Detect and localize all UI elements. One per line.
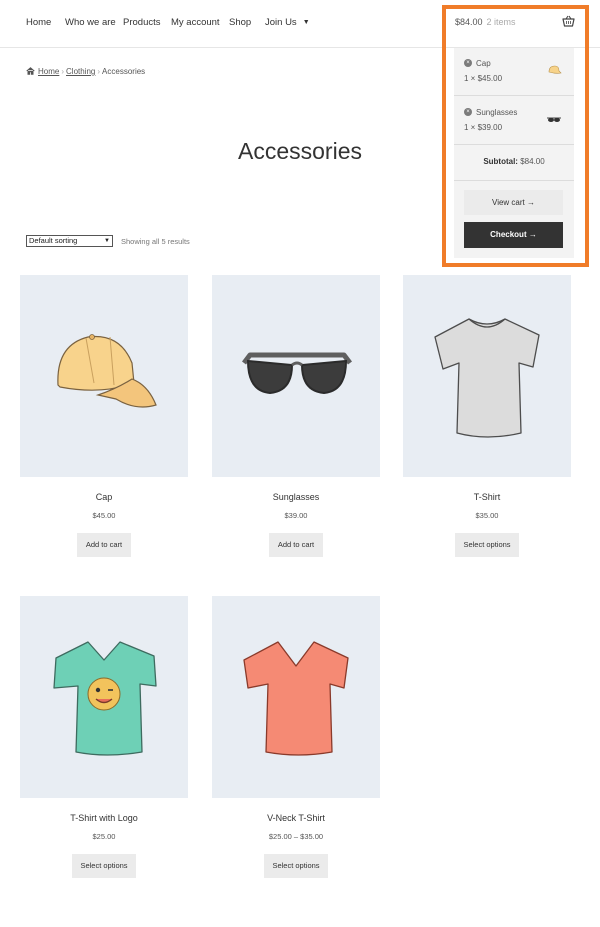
product-card: T-Shirt with Logo $25.00 Select options: [20, 596, 188, 896]
mini-cart-item-name[interactable]: Sunglasses: [476, 108, 517, 117]
add-to-cart-button[interactable]: Add to cart: [77, 533, 131, 557]
remove-circle-icon[interactable]: ×: [464, 108, 472, 116]
page-title: Accessories: [238, 138, 362, 164]
cart-item-count: 2 items: [486, 17, 516, 27]
product-price: $39.00: [284, 511, 308, 520]
add-to-cart-button[interactable]: Add to cart: [269, 533, 323, 557]
product-title[interactable]: Sunglasses: [212, 492, 380, 502]
checkout-button[interactable]: Checkout →: [464, 222, 563, 248]
product-card: Cap $45.00 Add to cart: [20, 275, 188, 575]
chevron-down-icon[interactable]: ▼: [303, 19, 310, 26]
mini-cart-item: × Cap 1 × $45.00: [454, 48, 574, 96]
product-image-t-shirt[interactable]: [403, 275, 571, 477]
remove-circle-icon[interactable]: ×: [464, 59, 472, 67]
product-card: T-Shirt $35.00 Select options: [403, 275, 571, 575]
chevron-down-icon: ▼: [104, 238, 110, 244]
product-title[interactable]: V-Neck T-Shirt: [212, 813, 380, 823]
mini-cart-item-name[interactable]: Cap: [476, 59, 491, 68]
product-card: Sunglasses $39.00 Add to cart: [212, 275, 380, 575]
select-options-button[interactable]: Select options: [72, 854, 136, 878]
nav-join-us[interactable]: Join Us ▼: [265, 17, 310, 28]
breadcrumb-clothing[interactable]: Clothing: [66, 67, 95, 76]
breadcrumb-separator: ›: [61, 67, 65, 76]
nav-who-we-are[interactable]: Who we are: [65, 17, 116, 28]
product-price: $25.00: [92, 832, 116, 841]
product-image-cap[interactable]: [20, 275, 188, 477]
select-options-button[interactable]: Select options: [264, 854, 328, 878]
product-price: $25.00 – $35.00: [268, 832, 324, 841]
breadcrumb-current: Accessories: [102, 67, 146, 76]
result-count: Showing all 5 results: [121, 237, 190, 246]
mini-cart-item-qty: 1 × $45.00: [464, 74, 503, 83]
nav-my-account[interactable]: My account: [171, 17, 220, 28]
product-price: $45.00: [92, 511, 116, 520]
sorting-select-value: Default sorting: [29, 236, 78, 245]
top-navigation: Home Who we are Products My account Shop…: [0, 0, 600, 48]
breadcrumb: Home › Clothing › Accessories: [26, 67, 145, 76]
breadcrumb-home[interactable]: Home: [38, 67, 59, 76]
breadcrumb-separator: ›: [97, 67, 101, 76]
product-title[interactable]: Cap: [20, 492, 188, 502]
nav-products[interactable]: Products: [123, 17, 161, 28]
cart-total-amount: $84.00: [455, 17, 483, 27]
sunglasses-thumbnail[interactable]: [546, 111, 562, 127]
cap-thumbnail[interactable]: [546, 62, 562, 78]
select-options-button[interactable]: Select options: [455, 533, 519, 557]
mini-cart-item-qty: 1 × $39.00: [464, 123, 503, 132]
product-image-t-shirt-logo[interactable]: [20, 596, 188, 798]
product-image-sunglasses[interactable]: [212, 275, 380, 477]
sorting-select[interactable]: Default sorting ▼: [26, 235, 113, 247]
product-image-v-neck-t-shirt[interactable]: [212, 596, 380, 798]
home-icon: [26, 67, 35, 75]
product-price: $35.00: [475, 511, 499, 520]
nav-shop[interactable]: Shop: [229, 17, 251, 28]
product-card: V-Neck T-Shirt $25.00 – $35.00 Select op…: [212, 596, 380, 896]
product-title[interactable]: T-Shirt with Logo: [20, 813, 188, 823]
product-title[interactable]: T-Shirt: [403, 492, 571, 502]
nav-join-us-label: Join Us: [265, 17, 297, 28]
header-cart-total[interactable]: $84.00 2 items: [455, 17, 516, 27]
shopping-basket-icon[interactable]: [562, 15, 575, 27]
view-cart-button[interactable]: View cart →: [464, 190, 563, 215]
nav-home[interactable]: Home: [26, 17, 51, 28]
